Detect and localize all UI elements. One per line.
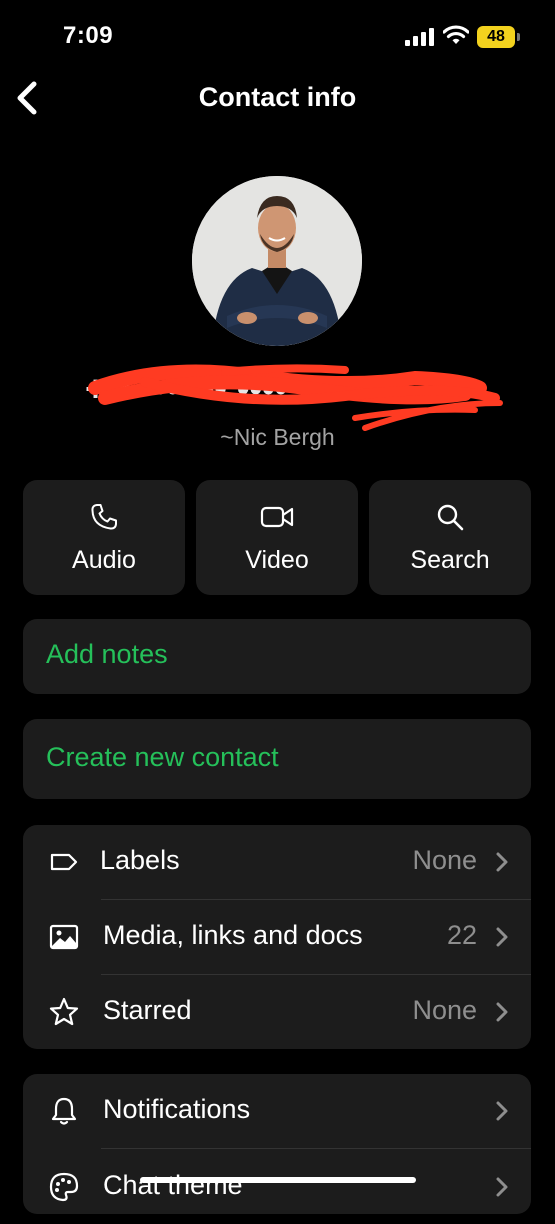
search-button[interactable]: Search bbox=[369, 480, 531, 595]
bell-icon bbox=[51, 1097, 77, 1125]
details-card: Labels None Media, links and docs 22 Sta… bbox=[23, 825, 531, 1049]
divider bbox=[101, 1148, 531, 1149]
create-contact-button[interactable]: Create new contact bbox=[23, 719, 531, 799]
wifi-icon bbox=[443, 25, 469, 44]
audio-label: Audio bbox=[72, 546, 136, 574]
chevron-right-icon bbox=[496, 1101, 508, 1121]
label-icon bbox=[50, 853, 78, 871]
add-notes-label: Add notes bbox=[46, 639, 168, 669]
signal-icon bbox=[405, 28, 434, 46]
image-icon bbox=[49, 924, 79, 950]
settings-card: Notifications Chat theme bbox=[23, 1074, 531, 1214]
video-call-button[interactable]: Video bbox=[196, 480, 358, 595]
starred-row[interactable]: Starred None bbox=[23, 975, 531, 1049]
starred-label: Starred bbox=[103, 995, 192, 1025]
video-label: Video bbox=[245, 546, 309, 574]
media-row[interactable]: Media, links and docs 22 bbox=[23, 900, 531, 974]
contact-name: ~Nic Bergh bbox=[220, 424, 335, 450]
profile-photo bbox=[192, 176, 362, 346]
home-indicator[interactable] bbox=[140, 1177, 416, 1183]
chevron-right-icon bbox=[496, 927, 508, 947]
audio-call-button[interactable]: Audio bbox=[23, 480, 185, 595]
notifications-label: Notifications bbox=[103, 1094, 251, 1124]
starred-value: None bbox=[412, 995, 477, 1025]
labels-row[interactable]: Labels None bbox=[23, 825, 531, 899]
add-notes-button[interactable]: Add notes bbox=[23, 619, 531, 694]
labels-value: None bbox=[412, 845, 477, 875]
search-icon bbox=[437, 504, 464, 531]
media-label: Media, links and docs bbox=[103, 920, 363, 950]
create-contact-label: Create new contact bbox=[46, 742, 279, 772]
palette-icon bbox=[49, 1172, 79, 1202]
chevron-right-icon bbox=[496, 1177, 508, 1197]
media-count: 22 bbox=[446, 920, 477, 950]
chat-theme-label: Chat theme bbox=[103, 1170, 243, 1200]
avatar[interactable] bbox=[192, 176, 362, 346]
chevron-right-icon bbox=[496, 1002, 508, 1022]
search-label: Search bbox=[410, 546, 490, 574]
star-icon bbox=[49, 997, 79, 1026]
chat-theme-row[interactable]: Chat theme bbox=[23, 1150, 531, 1224]
labels-label: Labels bbox=[100, 845, 180, 875]
battery-indicator: 48 bbox=[477, 26, 520, 48]
status-time: 7:09 bbox=[63, 22, 114, 49]
notifications-row[interactable]: Notifications bbox=[23, 1074, 531, 1148]
page-title: Contact info bbox=[198, 82, 357, 112]
video-icon bbox=[260, 506, 294, 528]
phone-icon bbox=[91, 504, 117, 530]
chevron-right-icon bbox=[496, 852, 508, 872]
